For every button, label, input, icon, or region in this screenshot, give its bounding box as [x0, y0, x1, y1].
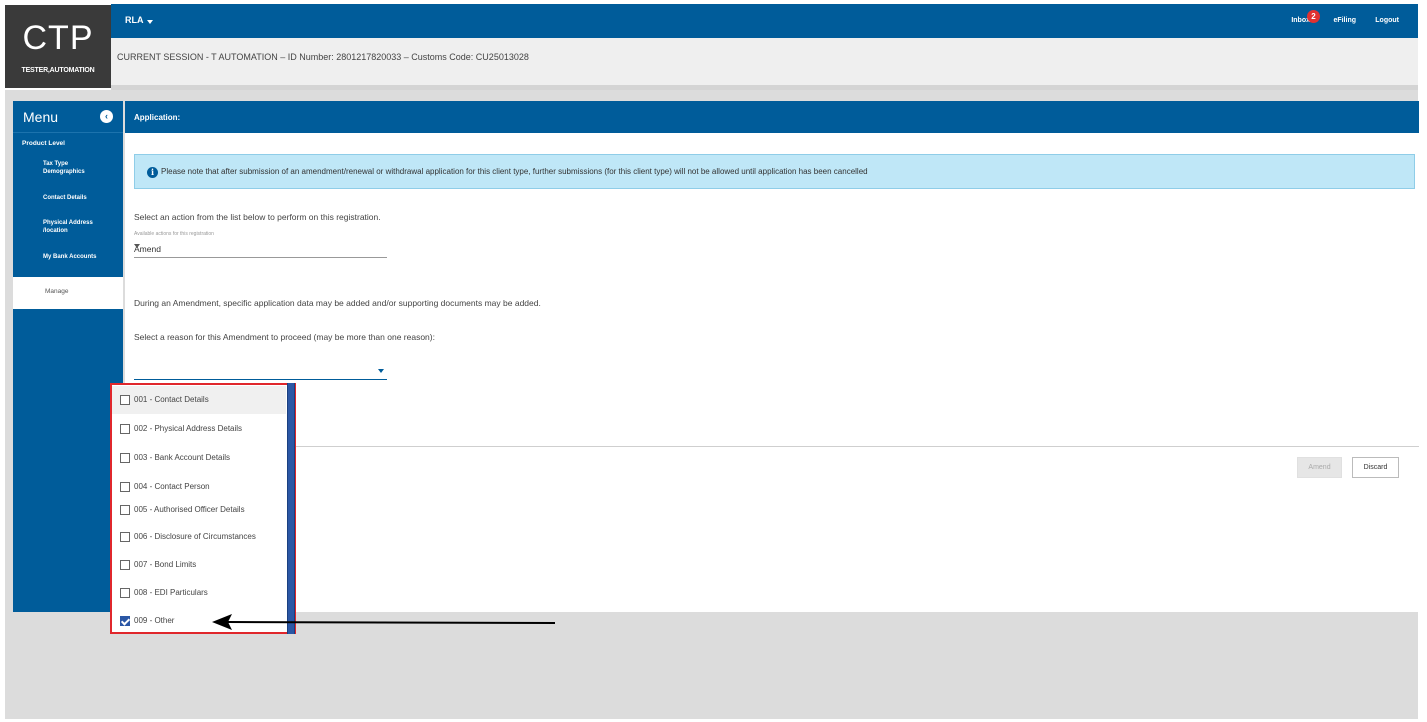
option-label: 009 - Other	[134, 616, 175, 625]
dropdown-scrollbar[interactable]	[287, 383, 295, 634]
checkbox[interactable]	[120, 482, 130, 492]
main-content: Application: i Please note that after su…	[125, 101, 1419, 612]
sidebar-item-my-bank-accounts[interactable]: My Bank Accounts	[43, 253, 96, 261]
chevron-down-icon[interactable]	[147, 20, 153, 24]
logged-in-user: TESTER,AUTOMATION	[21, 67, 95, 74]
divider	[295, 446, 1419, 447]
alert-text: Please note that after submission of an …	[161, 167, 868, 176]
rla-dropdown[interactable]: RLA	[125, 15, 144, 25]
amend-button[interactable]: Amend	[1297, 457, 1342, 478]
logout-link[interactable]: Logout	[1375, 17, 1399, 24]
sidebar-item-contact-details[interactable]: Contact Details	[43, 194, 87, 202]
option-label: 004 - Contact Person	[134, 482, 210, 491]
checkbox[interactable]	[120, 560, 130, 570]
sidebar-menu: Menu ‹ Product Level Tax Type Demographi…	[13, 101, 123, 612]
option-label: 003 - Bank Account Details	[134, 453, 231, 462]
logo-brand: CTP	[22, 19, 94, 57]
action-select[interactable]: Amend	[134, 244, 387, 258]
reason-prompt: Select a reason for this Amendment to pr…	[134, 332, 435, 342]
sidebar-item-physical-address[interactable]: Physical Address /location	[43, 219, 107, 235]
reason-option-008[interactable]: 008 - EDI Particulars	[112, 579, 286, 607]
menu-header: Menu ‹	[13, 101, 123, 133]
reason-option-007[interactable]: 007 - Bond Limits	[112, 551, 286, 579]
checkbox[interactable]	[120, 588, 130, 598]
option-label: 002 - Physical Address Details	[134, 424, 243, 433]
checkbox[interactable]	[120, 532, 130, 542]
efiling-link[interactable]: eFiling	[1333, 17, 1356, 24]
reason-option-005[interactable]: 005 - Authorised Officer Details	[112, 496, 286, 524]
chevron-down-icon	[378, 369, 384, 373]
ctp-logo: CTP TESTER,AUTOMATION	[5, 5, 111, 88]
page-title: Application:	[134, 113, 181, 122]
option-label: 008 - EDI Particulars	[134, 588, 208, 597]
reason-option-003[interactable]: 003 - Bank Account Details	[112, 444, 286, 472]
reason-option-001[interactable]: 001 - Contact Details	[112, 386, 286, 414]
reason-option-006[interactable]: 006 - Disclosure of Circumstances	[112, 523, 286, 551]
reason-option-002[interactable]: 002 - Physical Address Details	[112, 415, 286, 443]
checkbox[interactable]	[120, 395, 130, 405]
sidebar-item-manage[interactable]: Manage	[13, 277, 123, 309]
discard-button[interactable]: Discard	[1352, 457, 1399, 478]
option-label: 001 - Contact Details	[134, 395, 209, 404]
sidebar-item-tax-type-demographics[interactable]: Tax Type Demographics	[43, 160, 103, 176]
option-label: 007 - Bond Limits	[134, 560, 197, 569]
info-icon: i	[147, 167, 158, 178]
action-prompt: Select an action from the list below to …	[134, 212, 381, 222]
annotation-arrow-icon	[212, 614, 555, 630]
action-select-label: Available actions for this registration	[134, 231, 214, 237]
amendment-note: During an Amendment, specific applicatio…	[134, 298, 541, 308]
content-header: Application:	[125, 101, 1419, 133]
checkbox[interactable]	[120, 505, 130, 515]
option-label: 006 - Disclosure of Circumstances	[134, 532, 256, 541]
reason-select[interactable]	[134, 364, 387, 380]
collapse-menu-icon[interactable]: ‹	[100, 110, 113, 123]
checkbox-checked[interactable]	[120, 616, 130, 626]
reason-dropdown-list[interactable]: 001 - Contact Details 002 - Physical Add…	[110, 383, 296, 634]
checkbox[interactable]	[120, 424, 130, 434]
info-alert: i Please note that after submission of a…	[134, 154, 1415, 189]
sidebar-section-product-level: Product Level	[22, 140, 65, 147]
option-label: 005 - Authorised Officer Details	[134, 505, 245, 514]
checkbox[interactable]	[120, 453, 130, 463]
inbox-count-badge: 2	[1307, 10, 1320, 23]
sidebar-item-label: Manage	[45, 288, 69, 295]
menu-title: Menu	[23, 109, 59, 125]
top-navbar: RLA Inbox 2 eFiling Logout	[111, 4, 1418, 38]
chevron-down-icon	[134, 244, 140, 248]
session-info: CURRENT SESSION - T AUTOMATION – ID Numb…	[117, 52, 529, 62]
session-bar: CURRENT SESSION - T AUTOMATION – ID Numb…	[111, 38, 1418, 90]
